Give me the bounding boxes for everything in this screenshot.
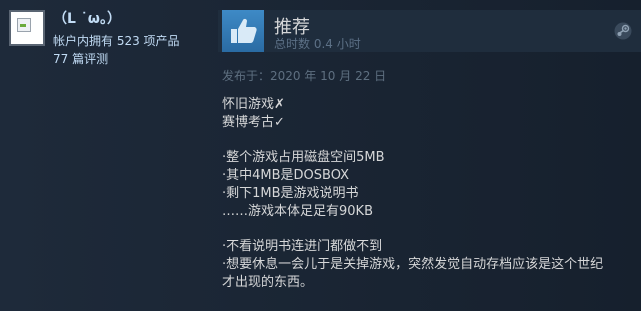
review-text-line: ·其中4MB是DOSBOX (222, 168, 350, 183)
review-text-line: 赛博考古✓ (222, 115, 285, 130)
review-text-line: 才出现的东西。 (222, 275, 314, 290)
review-card: （L ˙ω。） 帐户内拥有 523 项产品 77 篇评测 推荐 总时数 0.4 … (0, 0, 641, 311)
author-avatar[interactable] (9, 10, 45, 46)
author-name[interactable]: （L ˙ω。） (53, 8, 121, 28)
playtime-text: 总时数 0.4 小时 (274, 37, 361, 51)
broken-image-icon (17, 18, 31, 32)
thumbs-up-icon (222, 10, 264, 52)
reviews-count-link[interactable]: 77 篇评测 (53, 50, 108, 67)
review-text-line: ·不看说明书连进门都做不到 (222, 239, 383, 254)
posted-date: 发布于：2020 年 10 月 22 日 (222, 69, 387, 83)
review-text-line: ·整个游戏占用磁盘空间5MB (222, 150, 385, 165)
review-text-line: ·剩下1MB是游戏说明书 (222, 186, 359, 201)
review-text-line: ·想要休息一会儿于是关掉游戏，突然发觉自动存档应该是这个世纪 (222, 257, 604, 272)
review-text-line: ……游戏本体足足有90KB (222, 204, 373, 219)
products-owned-link[interactable]: 帐户内拥有 523 项产品 (53, 32, 180, 49)
steam-logo-icon (614, 22, 632, 40)
review-text-line: 怀旧游戏✗ (222, 97, 285, 112)
